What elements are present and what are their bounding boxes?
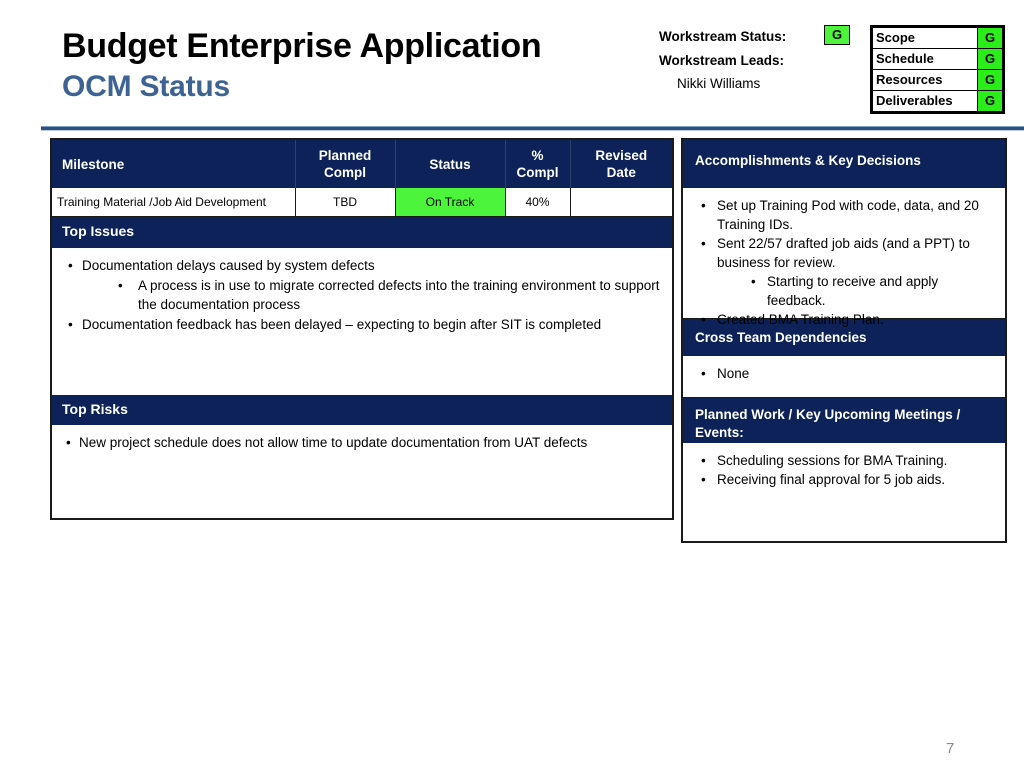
list-item: Documentation feedback has been delayed …	[62, 315, 662, 334]
table-row: Schedule G	[872, 48, 1003, 70]
table-header-row: Milestone Planned Compl Status % Compl R…	[52, 140, 672, 188]
indicator-badge-deliverables: G	[977, 90, 1003, 112]
column-header-text: Planned	[318, 148, 372, 163]
workstream-leads-label: Workstream Leads:	[659, 53, 785, 68]
list-item: Set up Training Pod with code, data, and…	[691, 196, 997, 234]
header-divider	[41, 126, 1024, 131]
column-header-status: Status	[395, 140, 506, 188]
table-row: Training Material /Job Aid Development T…	[52, 188, 672, 217]
planned-work-header: Planned Work / Key Upcoming Meetings / E…	[683, 398, 1005, 443]
slide-title-block: Budget Enterprise Application OCM Status	[62, 26, 642, 106]
page-number: 7	[946, 740, 955, 757]
column-header-text: Date	[606, 165, 636, 180]
cross-team-dependencies-body: None	[683, 356, 1005, 398]
column-header-text: Status	[429, 156, 471, 172]
column-header-text: %	[531, 148, 544, 163]
planned-work-body: Scheduling sessions for BMA Training. Re…	[683, 443, 1005, 539]
indicator-label-deliverables: Deliverables	[872, 90, 978, 112]
cell-revised-date	[570, 188, 672, 217]
table-row: Deliverables G	[872, 90, 1003, 112]
indicator-label-resources: Resources	[872, 69, 978, 91]
list-item: Documentation delays caused by system de…	[62, 256, 662, 275]
list-item: Starting to receive and apply feedback.	[691, 272, 997, 310]
list-item: New project schedule does not allow time…	[62, 433, 662, 452]
milestone-status-panel: Milestone Planned Compl Status % Compl R…	[50, 138, 674, 520]
column-header-text: Revised	[595, 148, 648, 163]
indicator-label-schedule: Schedule	[872, 48, 978, 70]
top-issues-header: Top Issues	[52, 217, 672, 248]
status-details-panel: Accomplishments & Key Decisions Set up T…	[681, 138, 1007, 543]
workstream-status-badge: G	[824, 25, 850, 45]
column-header-revised-date: Revised Date	[570, 140, 672, 188]
cell-milestone-name: Training Material /Job Aid Development	[52, 188, 296, 217]
cell-planned-compl: TBD	[295, 188, 396, 217]
column-header-planned-compl: Planned Compl	[295, 140, 396, 188]
planned-work-list: Scheduling sessions for BMA Training. Re…	[691, 451, 997, 489]
workstream-indicator-table: Scope G Schedule G Resources G Deliverab…	[870, 25, 1005, 114]
indicator-badge-scope: G	[977, 27, 1003, 49]
workstream-lead-name: Nikki Williams	[677, 76, 761, 91]
accomplishments-list: Set up Training Pod with code, data, and…	[691, 196, 997, 329]
list-item: Sent 22/57 drafted job aids (and a PPT) …	[691, 234, 997, 272]
list-item: Receiving final approval for 5 job aids.	[691, 470, 997, 489]
indicator-badge-schedule: G	[977, 48, 1003, 70]
page-subtitle: OCM Status	[62, 70, 231, 103]
milestone-table: Milestone Planned Compl Status % Compl R…	[52, 140, 672, 217]
column-header-pct-compl: % Compl	[505, 140, 571, 188]
top-risks-header: Top Risks	[52, 395, 672, 425]
accomplishments-body: Set up Training Pod with code, data, and…	[683, 188, 1005, 329]
column-header-text: Compl	[324, 165, 366, 180]
list-item: Scheduling sessions for BMA Training.	[691, 451, 997, 470]
column-header-text: Compl	[516, 165, 559, 180]
top-risks-list: New project schedule does not allow time…	[62, 433, 662, 452]
cell-pct-compl: 40%	[505, 188, 571, 217]
cross-team-dependencies-list: None	[691, 364, 997, 383]
status-badge: On Track	[395, 188, 506, 217]
list-item: A process is in use to migrate corrected…	[62, 276, 662, 314]
table-row: Resources G	[872, 69, 1003, 91]
accomplishments-header: Accomplishments & Key Decisions	[683, 140, 1005, 188]
list-item: None	[691, 364, 997, 383]
top-risks-body: New project schedule does not allow time…	[52, 425, 672, 507]
indicator-badge-resources: G	[977, 69, 1003, 91]
top-issues-body: Documentation delays caused by system de…	[52, 248, 672, 395]
indicator-label-scope: Scope	[872, 27, 978, 49]
top-issues-list: Documentation delays caused by system de…	[62, 256, 662, 334]
column-header-text: Milestone	[62, 156, 125, 172]
list-item: Created BMA Training Plan.	[691, 310, 997, 329]
table-row: Scope G	[872, 27, 1003, 49]
column-header-milestone: Milestone	[52, 140, 296, 188]
page-title: Budget Enterprise Application	[62, 27, 542, 65]
